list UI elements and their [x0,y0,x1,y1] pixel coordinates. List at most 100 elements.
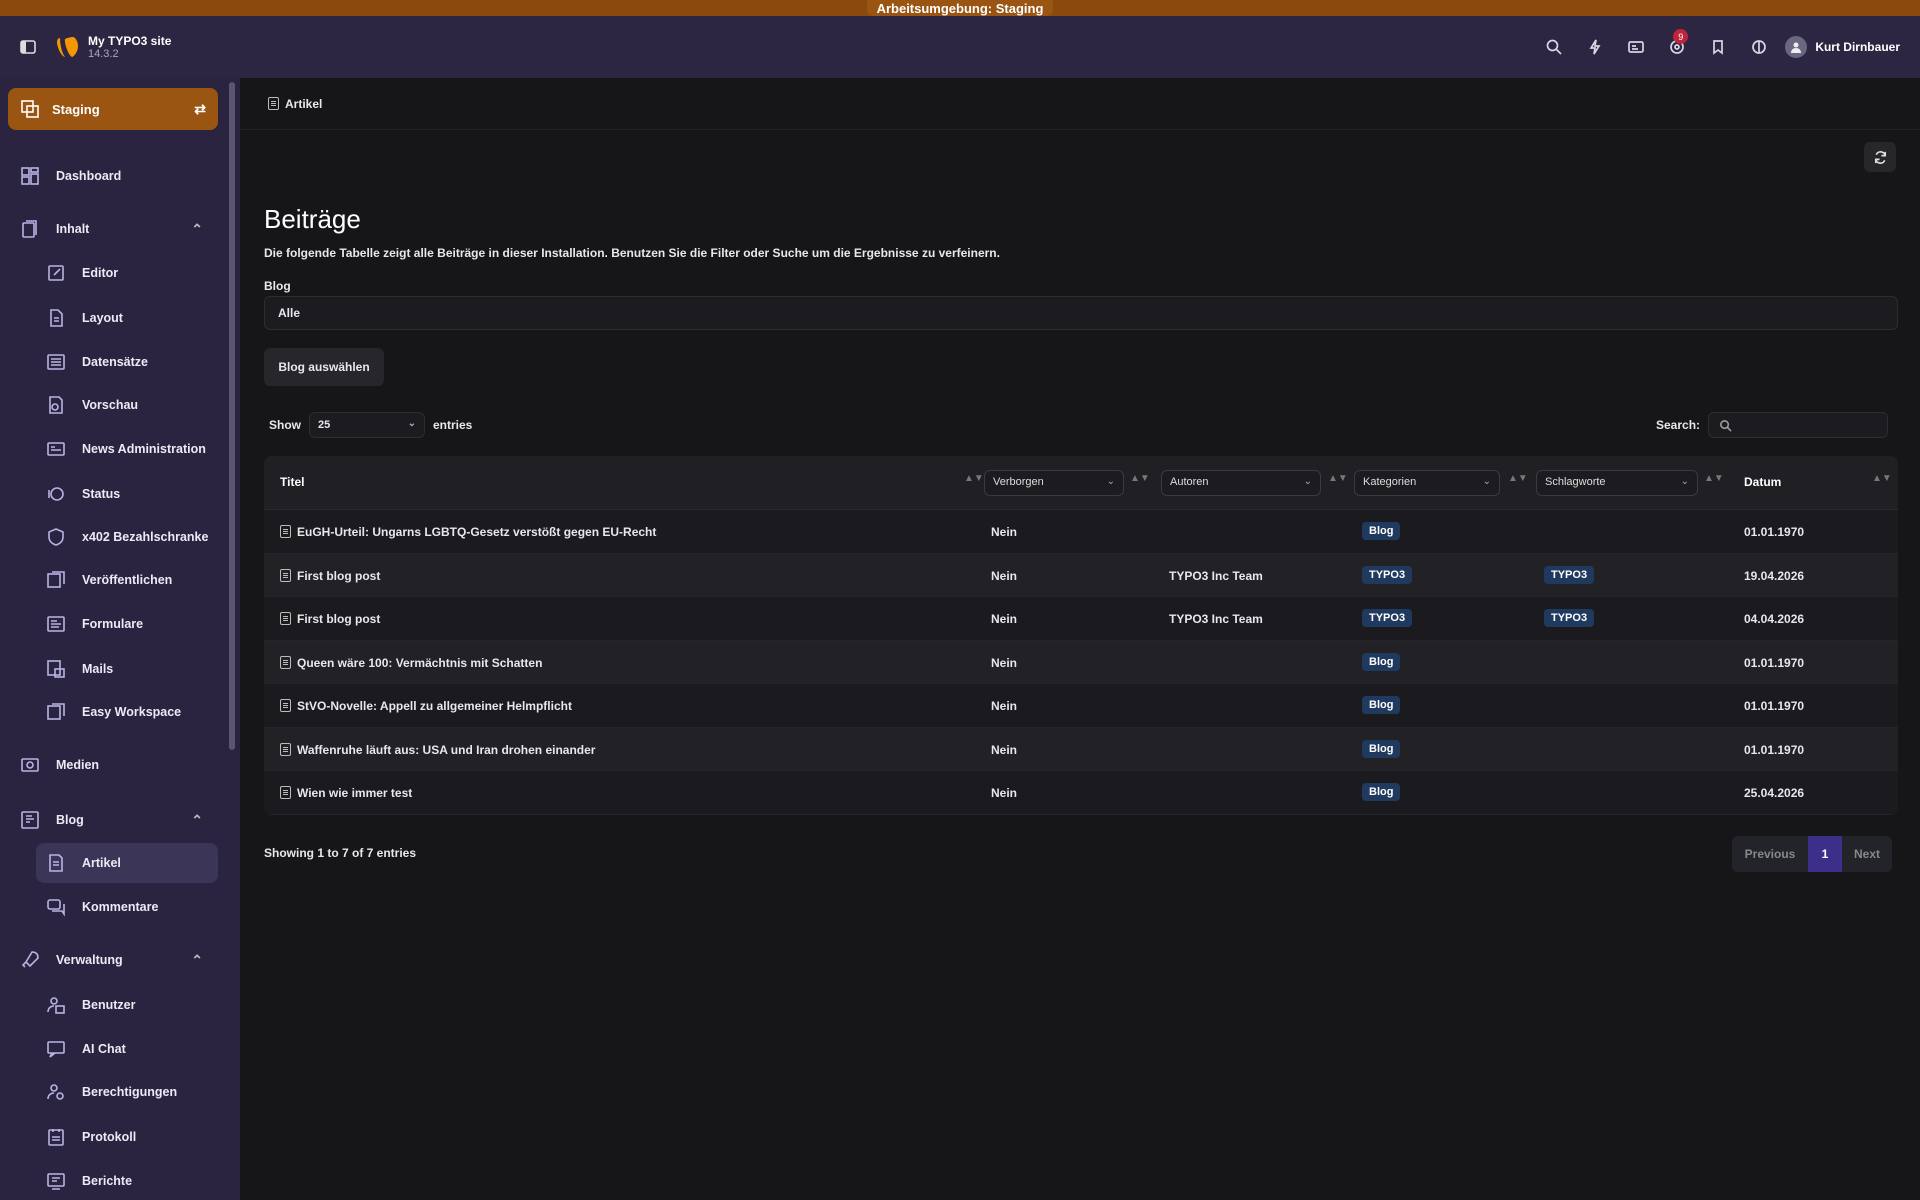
sidebar-item-vorschau[interactable]: Vorschau [44,385,214,425]
sort-icon[interactable]: ▲▼ [1872,473,1892,484]
sidebar-item-label: Dashboard [56,169,122,183]
article-title[interactable]: Wien wie immer test [297,786,412,800]
page-icon [280,699,291,712]
select-blog-button[interactable]: Blog auswählen [264,348,384,386]
sidebar-item-formulare[interactable]: Formulare [44,604,214,644]
next-page-button[interactable]: Next [1842,836,1892,872]
breadcrumb-current[interactable]: Artikel [285,97,322,111]
sidebar-item-kommentare[interactable]: Kommentare [44,887,214,927]
column-header-titel[interactable]: Titel [280,475,304,489]
sort-icon[interactable]: ▲▼ [1508,473,1528,484]
sidebar-item-medien[interactable]: Medien [18,745,218,785]
workspace-icon [21,100,39,118]
chevron-up-icon[interactable]: ⌃ [191,812,203,829]
flush-cache-button[interactable] [1574,27,1615,67]
bookmark-icon [1712,40,1723,55]
sidebar-item-veroeffentlichen[interactable]: Veröffentlichen [44,560,214,600]
article-title[interactable]: Waffenruhe läuft aus: USA und Iran drohe… [297,743,595,757]
column-header-datum[interactable]: Datum [1744,475,1781,489]
system-info-button[interactable] [1615,27,1656,67]
sidebar-item-datensaetze[interactable]: Datensätze [44,342,214,382]
sidebar-item-dashboard[interactable]: Dashboard [18,156,218,196]
page-1-button[interactable]: 1 [1808,836,1842,872]
sidebar-item-benutzer[interactable]: Benutzer [44,985,214,1025]
filter-autoren-select[interactable]: Autoren ⌄ [1161,470,1321,496]
cell-titel[interactable]: First blog post [280,612,380,626]
lightning-icon [1589,39,1601,55]
sort-icon[interactable]: ▲▼ [1328,473,1348,484]
search-icon [1720,419,1732,432]
cell-titel[interactable]: First blog post [280,568,380,583]
table-row[interactable]: EuGH-Urteil: Ungarns LGBTQ-Gesetz verstö… [264,510,1898,554]
site-logo[interactable]: My TYPO3 site 14.3.2 [56,34,171,60]
previous-page-button[interactable]: Previous [1732,836,1808,872]
sidebar-group-verwaltung[interactable]: Verwaltung ⌃ [18,940,203,980]
workspace-selector[interactable]: Staging ⇄ [8,88,218,130]
reload-button[interactable] [1864,142,1896,172]
color-scheme-button[interactable] [1738,27,1779,67]
notification-badge: 9 [1673,29,1689,44]
sort-icon[interactable]: ▲▼ [1704,473,1724,484]
sidebar-item-protokoll[interactable]: Protokoll [44,1117,214,1157]
page-icon [280,568,291,582]
table-row[interactable]: First blog post Nein TYPO3 Inc Team TYPO3 TY… [264,553,1898,597]
article-title[interactable]: EuGH-Urteil: Ungarns LGBTQ-Gesetz verstö… [297,525,656,539]
filter-schlagworte-select[interactable]: Schlagworte ⌄ [1536,470,1698,496]
sidebar-item-easy-workspace[interactable]: Easy Workspace [44,692,214,732]
breadcrumb: Artikel [240,78,1920,130]
table-row[interactable]: Wien wie immer test Nein Blog 25.04.2026 [264,771,1898,815]
sidebar-item-mails[interactable]: Mails [44,649,214,689]
environment-banner: Arbeitsumgebung: Staging [0,0,1920,16]
filter-verborgen-select[interactable]: Verborgen ⌄ [984,470,1124,496]
article-title[interactable]: First blog post [297,612,380,626]
search-input[interactable] [1708,412,1889,438]
sidebar-item-berechtigungen[interactable]: Berechtigungen [44,1072,214,1112]
sidebar-item-x402[interactable]: x402 Bezahlschranke [44,517,224,557]
filter-label: Verborgen [993,476,1044,488]
sidebar-item-label: News Administration [82,442,206,456]
article-title[interactable]: StVO-Novelle: Appell zu allgemeiner Helm… [297,699,572,713]
cell-datum: 01.01.1970 [1744,655,1805,670]
sort-icon[interactable]: ▲▼ [964,473,984,484]
sidebar-toggle-button[interactable] [0,40,56,54]
sidebar-item-artikel[interactable]: Artikel [36,843,218,883]
cell-titel[interactable]: StVO-Novelle: Appell zu allgemeiner Helm… [280,699,572,713]
bookmarks-button[interactable] [1697,27,1738,67]
article-title[interactable]: Queen wäre 100: Vermächtnis mit Schatten [297,656,542,670]
cell-titel[interactable]: EuGH-Urteil: Ungarns LGBTQ-Gesetz verstö… [280,525,656,539]
sidebar-item-status[interactable]: Status [44,474,214,514]
entries-length-select[interactable]: 25 ⌄ [309,412,425,438]
sidebar-group-blog[interactable]: Blog ⌃ [18,800,203,840]
sidebar-item-ai-chat[interactable]: AI Chat [44,1029,214,1069]
chevron-up-icon[interactable]: ⌃ [191,221,203,238]
user-menu-button[interactable]: Kurt Dirnbauer [1779,36,1920,58]
sidebar-item-berichte[interactable]: Berichte [44,1161,214,1200]
table-row[interactable]: Waffenruhe läuft aus: USA und Iran drohe… [264,727,1898,771]
sidebar-scrollbar[interactable] [229,82,235,750]
sidebar-item-editor[interactable]: Editor [44,253,214,293]
article-title[interactable]: First blog post [297,569,380,583]
sidebar-group-inhalt[interactable]: Inhalt ⌃ [18,209,203,249]
cell-titel[interactable]: Queen wäre 100: Vermächtnis mit Schatten [280,655,542,670]
table-row[interactable]: Queen wäre 100: Vermächtnis mit Schatten… [264,640,1898,684]
category-badge: TYPO3 [1362,609,1413,627]
notifications-button[interactable]: 9 [1656,27,1697,67]
cell-titel[interactable]: Wien wie immer test [280,786,412,800]
sidebar-item-label: Medien [56,758,100,772]
sidebar-item-news-administration[interactable]: News Administration [44,429,214,469]
search-button[interactable] [1533,27,1574,67]
publish-icon [44,568,68,592]
filter-kategorien-select[interactable]: Kategorien ⌄ [1354,470,1500,496]
chevron-up-icon[interactable]: ⌃ [191,952,203,969]
cell-titel[interactable]: Waffenruhe läuft aus: USA und Iran drohe… [280,742,595,757]
table-row[interactable]: First blog post Nein TYPO3 Inc Team TYPO3 TY… [264,597,1898,641]
chevron-down-icon: ⌄ [407,418,416,429]
blog-filter-select[interactable]: Alle [264,296,1898,330]
cell-verborgen: Nein [991,786,1018,800]
sidebar-item-layout[interactable]: Layout [44,298,214,338]
page-icon [280,612,291,625]
table-row[interactable]: StVO-Novelle: Appell zu allgemeiner Helm… [264,684,1898,728]
chevron-down-icon: ⌄ [1303,476,1312,487]
sidebar-item-label: Status [82,487,121,501]
sort-icon[interactable]: ▲▼ [1130,473,1150,484]
